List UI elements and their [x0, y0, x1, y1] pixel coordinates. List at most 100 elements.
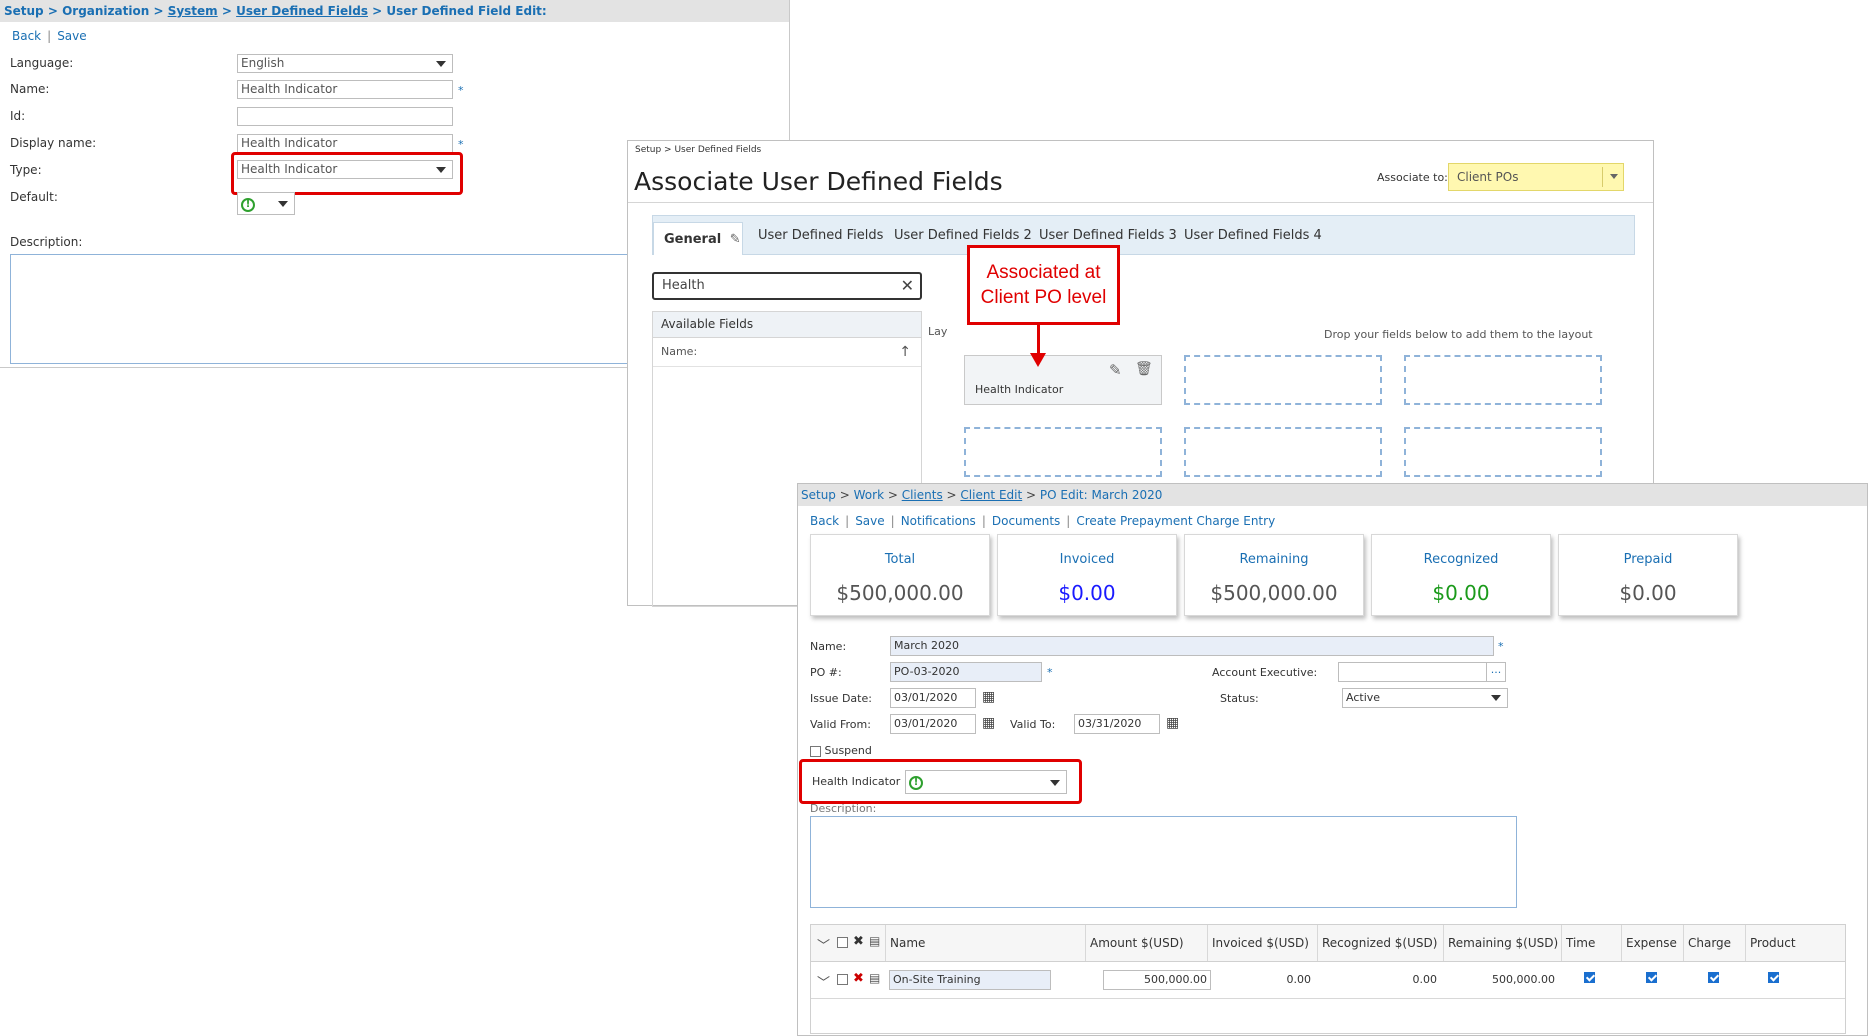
default-select[interactable]: ! — [237, 192, 295, 215]
id-label: Id: — [10, 109, 26, 123]
pencil-icon[interactable]: ✎ — [730, 232, 741, 247]
breadcrumb-clients[interactable]: Clients — [902, 488, 943, 502]
chevron-down-icon — [436, 61, 446, 67]
breadcrumb-system[interactable]: System — [168, 4, 218, 18]
breadcrumb-setup[interactable]: Setup — [801, 488, 836, 502]
layout-slot-empty[interactable] — [1404, 355, 1602, 405]
name-input[interactable]: Health Indicator — [237, 80, 453, 99]
description-textarea[interactable] — [810, 816, 1517, 908]
summary-card-prepaid: Prepaid $0.00 — [1558, 534, 1738, 616]
row-name-input[interactable]: On-Site Training — [889, 970, 1051, 990]
create-prepayment-link[interactable]: Create Prepayment Charge Entry — [1076, 514, 1275, 528]
action-bar: Back | Save | Notifications | Documents | Create… — [810, 514, 1276, 528]
id-input[interactable] — [237, 107, 453, 126]
back-link[interactable]: Back — [810, 514, 839, 528]
calendar-icon[interactable]: ▦ — [982, 715, 995, 731]
clear-icon[interactable]: ✕ — [901, 274, 914, 298]
trash-icon[interactable]: 🗑 — [1135, 361, 1153, 377]
valid-from-input[interactable]: 03/01/2020 — [890, 714, 976, 734]
display-name-input[interactable]: Health Indicator — [237, 134, 453, 153]
callout-line-1: Associated at — [986, 262, 1101, 283]
column-product[interactable]: Product — [1745, 925, 1845, 961]
column-name[interactable]: Name — [885, 925, 1085, 961]
suspend-row: Suspend — [810, 744, 872, 757]
notes-icon[interactable]: ▤ — [869, 934, 880, 948]
tab-user-defined-fields-4[interactable]: User Defined Fields 4 — [1184, 228, 1322, 243]
layout-slot-empty[interactable] — [1184, 427, 1382, 477]
documents-link[interactable]: Documents — [992, 514, 1060, 528]
name-column-header[interactable]: Name: ↑ — [653, 338, 921, 367]
column-charge[interactable]: Charge — [1683, 925, 1745, 961]
breadcrumb-setup[interactable]: Setup — [4, 4, 44, 18]
chevron-down-icon — [1491, 695, 1501, 701]
row-checkbox[interactable] — [837, 974, 848, 985]
back-link[interactable]: Back — [12, 29, 41, 43]
tab-user-defined-fields[interactable]: User Defined Fields — [758, 228, 883, 243]
notes-icon[interactable]: ▤ — [869, 971, 880, 985]
column-invoiced[interactable]: Invoiced $(USD) — [1207, 925, 1317, 961]
layout-slot-empty[interactable] — [964, 427, 1162, 477]
card-title: Total — [884, 552, 916, 567]
field-search-input[interactable]: Health ✕ — [652, 272, 922, 300]
select-all-checkbox[interactable] — [837, 937, 848, 948]
suspend-checkbox[interactable] — [810, 745, 821, 757]
po-number-input[interactable]: PO-03-2020 — [890, 662, 1042, 682]
column-recognized[interactable]: Recognized $(USD) — [1317, 925, 1443, 961]
delete-all-icon[interactable]: ✖ — [853, 934, 864, 949]
language-label: Language: — [10, 56, 74, 70]
status-select[interactable]: Active — [1342, 688, 1508, 708]
associate-to-select[interactable]: Client POs — [1448, 163, 1624, 191]
description-label: Description: — [10, 235, 83, 249]
layout-slot-empty[interactable] — [1184, 355, 1382, 405]
action-bar: Back | Save — [12, 29, 87, 43]
associate-to-label: Associate to: — [1377, 171, 1448, 184]
drop-hint: Drop your fields below to add them to th… — [1324, 328, 1593, 341]
save-link[interactable]: Save — [57, 29, 86, 43]
required-mark: * — [1498, 640, 1504, 653]
sort-arrow-icon[interactable]: ↑ — [899, 338, 911, 366]
row-amount-input[interactable]: 500,000.00 — [1103, 970, 1211, 990]
annotation-callout: Associated at Client PO level — [967, 245, 1120, 325]
breadcrumb-work[interactable]: Work — [854, 488, 884, 502]
callout-line-2: Client PO level — [980, 287, 1107, 308]
breadcrumb-client-edit[interactable]: Client Edit — [960, 488, 1022, 502]
name-input[interactable]: March 2020 — [890, 636, 1494, 656]
tab-general-label: General — [664, 232, 722, 247]
search-value: Health — [662, 278, 705, 293]
notifications-link[interactable]: Notifications — [901, 514, 976, 528]
valid-to-input[interactable]: 03/31/2020 — [1074, 714, 1160, 734]
column-amount[interactable]: Amount $(USD) — [1085, 925, 1207, 961]
column-expense[interactable]: Expense — [1621, 925, 1683, 961]
column-time[interactable]: Time — [1561, 925, 1621, 961]
charge-checkbox[interactable] — [1708, 972, 1719, 983]
pencil-icon[interactable]: ✎ — [1109, 361, 1122, 379]
chevron-down-icon — [1610, 174, 1618, 179]
name-label: Name: — [10, 82, 50, 96]
account-executive-input[interactable]: ... — [1338, 662, 1506, 682]
language-select[interactable]: English — [237, 54, 453, 73]
tab-user-defined-fields-3[interactable]: User Defined Fields 3 — [1039, 228, 1177, 243]
row-remaining: 500,000.00 — [1492, 973, 1555, 986]
delete-row-icon[interactable]: ✖ — [853, 971, 864, 986]
layout-slot-empty[interactable] — [1404, 427, 1602, 477]
tab-general[interactable]: General ✎ — [653, 222, 743, 255]
tab-user-defined-fields-2[interactable]: User Defined Fields 2 — [894, 228, 1032, 243]
breadcrumb-organization[interactable]: Organization — [62, 4, 149, 18]
save-link[interactable]: Save — [855, 514, 884, 528]
po-edit-window: Setup > Work > Clients > Client Edit > P… — [797, 483, 1868, 1036]
display-name-label: Display name: — [10, 136, 97, 150]
chevron-down-icon[interactable]: ﹀ — [817, 972, 830, 991]
issue-date-input[interactable]: 03/01/2020 — [890, 688, 976, 708]
suspend-label: Suspend — [824, 744, 872, 757]
placed-field-label: Health Indicator — [975, 383, 1064, 396]
breadcrumb-user-defined-fields[interactable]: User Defined Fields — [236, 4, 368, 18]
lookup-button[interactable]: ... — [1486, 663, 1505, 681]
expense-checkbox[interactable] — [1646, 972, 1657, 983]
calendar-icon[interactable]: ▦ — [1166, 715, 1179, 731]
layout-slot-filled[interactable]: ✎ 🗑 Health Indicator — [964, 355, 1162, 405]
time-checkbox[interactable] — [1584, 972, 1595, 983]
column-remaining[interactable]: Remaining $(USD) — [1443, 925, 1561, 961]
product-checkbox[interactable] — [1768, 972, 1779, 983]
chevron-down-icon[interactable]: ﹀ — [817, 935, 830, 954]
calendar-icon[interactable]: ▦ — [982, 689, 995, 705]
